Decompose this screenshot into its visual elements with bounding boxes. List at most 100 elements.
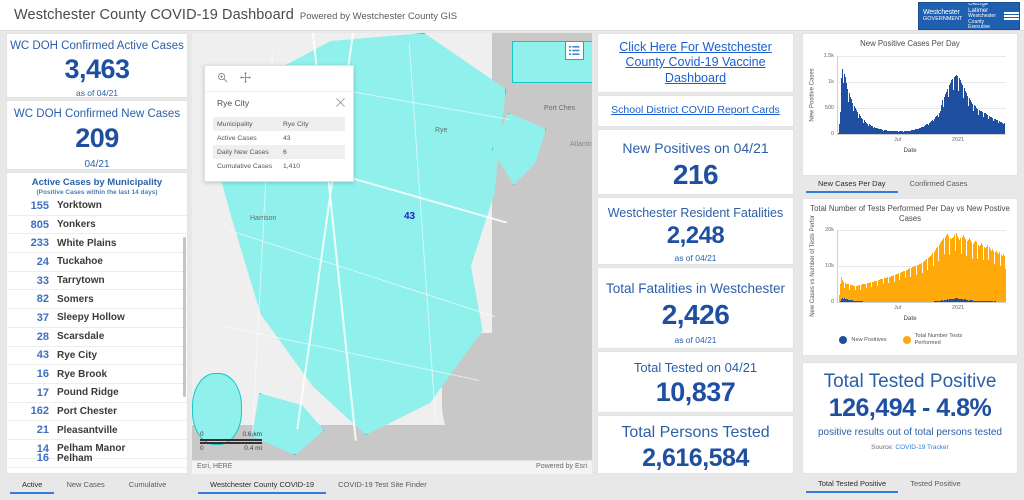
scale-bar-km — [200, 439, 262, 441]
tab-cumulative[interactable]: Cumulative — [117, 480, 179, 494]
page-subtitle: Powered by Westchester County GIS — [299, 11, 458, 22]
popup-attribute-key: Municipality — [217, 120, 253, 128]
tab-tested-positive[interactable]: Tested Positive — [898, 479, 972, 493]
new-cases-note: 04/21 — [84, 159, 110, 170]
scale-km: 0.6 km — [242, 431, 262, 438]
municipality-row[interactable]: 805 Yonkers — [7, 216, 187, 235]
tab-covid-19-test-site-finder[interactable]: COVID-19 Test Site Finder — [326, 480, 439, 494]
tab-active[interactable]: Active — [10, 480, 55, 494]
map-tabbar[interactable]: Westchester County COVID-19 COVID-19 Test… — [198, 478, 439, 494]
municipality-row[interactable]: 37 Sleepy Hollow — [7, 309, 187, 328]
chart-plot[interactable] — [837, 230, 1006, 304]
card-school-report-cards-link[interactable]: School District COVID Report Cards — [597, 95, 794, 127]
popup-attribute-row: Active Cases 43 — [213, 131, 345, 145]
legend-item[interactable]: Total Number Tests Performed — [902, 333, 981, 346]
municipality-list[interactable]: 155 Yorktown 805 Yonkers 233 White Plains 24 Tu… — [7, 197, 187, 473]
municipality-row[interactable]: 21 Pleasantville — [7, 421, 187, 440]
legend-item[interactable]: New Positives — [839, 333, 887, 346]
legend-icon[interactable] — [565, 41, 584, 60]
total-tested-title: Total Tested on 04/21 — [633, 360, 758, 375]
county-logo[interactable]: Westchester GOVERNMENT George Latimer We… — [918, 2, 1020, 30]
map-label: Harrison — [250, 215, 277, 222]
municipality-row[interactable]: 43 Rye City — [7, 347, 187, 366]
resident-fatalities-title: Westchester Resident Fatalities — [607, 206, 784, 220]
municipality-count: 233 — [30, 237, 49, 250]
municipality-row[interactable]: 155 Yorktown — [7, 197, 187, 216]
tab-new-cases-per-day[interactable]: New Cases Per Day — [806, 179, 898, 193]
chart2-legend: New Positives Total Number Tests Performe… — [803, 333, 1017, 346]
chart-y-tick: 0 — [830, 130, 834, 137]
scale-bar-mi — [200, 442, 262, 444]
municipality-row[interactable]: 28 Scarsdale — [7, 328, 187, 347]
card-vaccine-dashboard-link[interactable]: Click Here For Westchester County Covid-… — [597, 33, 794, 93]
chart-y-tick: 0 — [830, 299, 834, 306]
tab-new-cases[interactable]: New Cases — [54, 480, 116, 494]
source-link[interactable]: COVID-19 Tracker — [895, 444, 948, 451]
municipality-title: Active Cases by Municipality — [31, 177, 163, 188]
tested-positive-source: Source: COVID-19 Tracker — [803, 444, 1017, 451]
municipality-name: Yonkers — [57, 219, 96, 231]
chart-plot[interactable] — [837, 55, 1006, 135]
tab-confirmed-cases[interactable]: Confirmed Cases — [898, 179, 980, 193]
popup-title: Rye City — [217, 98, 250, 108]
popup-attribute-value: 6 — [283, 148, 287, 156]
municipality-scrollbar[interactable] — [183, 237, 186, 397]
map-feature-popup[interactable]: Rye City Municipality Rye City Active Case… — [204, 65, 354, 182]
municipality-name: Tarrytown — [57, 275, 105, 287]
municipality-name: Rye Brook — [57, 368, 108, 380]
logo-bars-icon — [1003, 11, 1019, 21]
popup-attribute-key: Active Cases — [217, 134, 257, 142]
municipality-row[interactable]: 82 Somers — [7, 290, 187, 310]
map-feature-value: 43 — [404, 211, 416, 222]
tab-westchester-county-covid-19[interactable]: Westchester County COVID-19 — [198, 480, 327, 494]
municipality-tabbar[interactable]: Active New Cases Cumulative — [10, 478, 178, 494]
popup-attribute-row: Cumulative Cases 1,410 — [213, 159, 345, 173]
legend-swatch — [902, 335, 911, 344]
zoom-to-icon[interactable] — [217, 70, 228, 88]
card-confirmed-active-cases: WC DOH Confirmed Active Cases 3,463 as o… — [6, 33, 188, 98]
new-cases-value: 209 — [75, 123, 119, 153]
map-canvas[interactable]: Rye Harrison Port Ches Atlantic 43 0 0.6 … — [192, 33, 592, 474]
card-total-tested-positive: Total Tested Positive 126,494 - 4.8% pos… — [802, 362, 1018, 474]
chart1-plot-area[interactable]: New Positive Cases 0 500 1k 1.5k Jul 2021 Date — [807, 52, 1013, 164]
municipality-name: Scarsdale — [57, 331, 105, 343]
municipality-row[interactable]: 24 Tuckahoe — [7, 253, 187, 272]
school-report-cards-link[interactable]: School District COVID Report Cards — [611, 104, 780, 117]
scale-mi-zero: 0 — [200, 445, 204, 452]
popup-header: Rye City — [205, 92, 353, 114]
municipality-row[interactable]: 162 Port Chester — [7, 403, 187, 422]
map-scalebar: 0 0.6 km 0 0.4 mi — [200, 431, 262, 452]
card-active-cases-by-municipality: Active Cases by Municipality (Positive C… — [6, 172, 188, 474]
map-attribution: Esri, HERE Powered by Esri — [192, 460, 592, 474]
municipality-row[interactable]: 233 White Plains — [7, 234, 187, 254]
chart-x-tick: 2021 — [951, 305, 965, 312]
municipality-row[interactable]: 33 Tarrytown — [7, 272, 187, 291]
municipality-name: Somers — [57, 293, 94, 305]
municipality-row[interactable]: 16 Rye Brook — [7, 365, 187, 384]
dashboard-root: Westchester County COVID-19 Dashboard Po… — [0, 0, 1024, 500]
map-widget[interactable]: Rye Harrison Port Ches Atlantic 43 0 0.6 … — [192, 33, 592, 474]
tested-positive-tabbar[interactable]: Total Tested Positive Tested Positive — [806, 477, 973, 493]
popup-attribute-row: Daily New Cases 6 — [213, 145, 345, 159]
municipality-subtitle: (Positive Cases within the last 14 days) — [36, 189, 158, 196]
chart2-plot-area[interactable]: New Cases vs Number of Tests Perfor 0 10k 2… — [807, 216, 1013, 330]
popup-attribute-value: 1,410 — [283, 162, 301, 170]
chart-y-tick: 1.5k — [823, 52, 834, 59]
map-label: Port Ches — [544, 105, 576, 112]
scale-km-zero: 0 — [200, 431, 204, 438]
chart-series-new-positive-cases — [838, 56, 1006, 134]
vaccine-dashboard-link[interactable]: Click Here For Westchester County Covid-… — [598, 40, 793, 87]
pan-icon[interactable] — [240, 70, 251, 88]
chart-series-new-positives — [838, 230, 1006, 303]
tab-total-tested-positive[interactable]: Total Tested Positive — [806, 479, 899, 493]
municipality-row[interactable]: 17 Pound Ridge — [7, 384, 187, 403]
card-new-positives: New Positives on 04/21 216 — [597, 129, 794, 195]
close-icon[interactable] — [336, 94, 345, 112]
chart-tabbar[interactable]: New Cases Per Day Confirmed Cases — [806, 177, 979, 193]
municipality-name: Yorktown — [57, 200, 102, 212]
municipality-name: Port Chester — [57, 405, 118, 417]
new-positives-value: 216 — [672, 159, 719, 190]
municipality-count: 82 — [36, 293, 49, 306]
popup-toolbar[interactable] — [205, 66, 353, 92]
chart-y-tick: 500 — [824, 104, 834, 111]
